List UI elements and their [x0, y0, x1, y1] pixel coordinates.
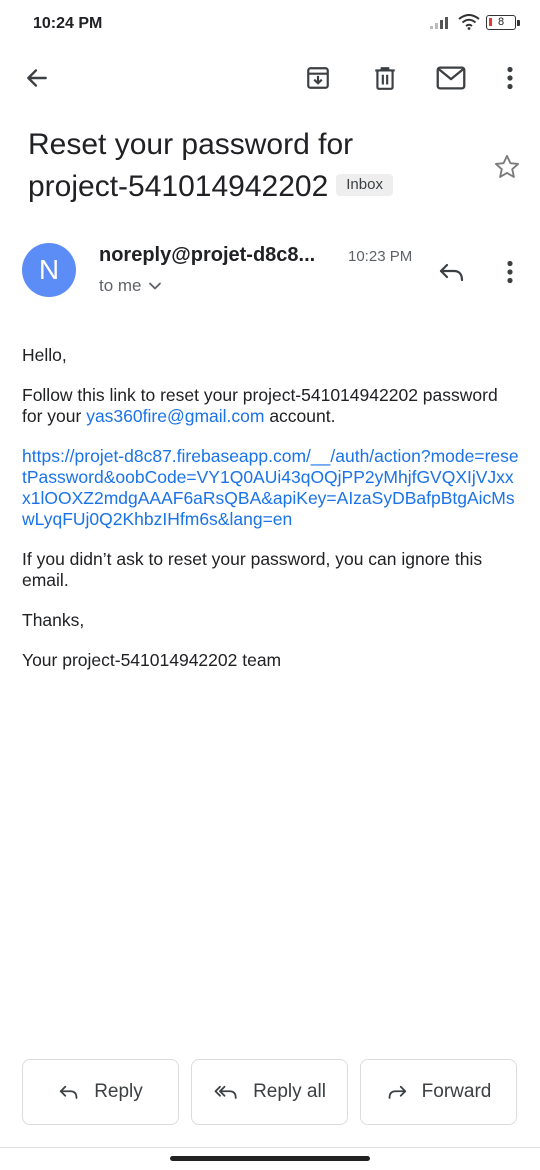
subject-text: Reset your password for project-54101494…: [28, 128, 354, 203]
forward-button[interactable]: Forward: [360, 1059, 517, 1125]
delete-button[interactable]: [362, 55, 408, 101]
forward-icon: [388, 1085, 406, 1099]
signal-icon: [430, 17, 448, 29]
email-body: Hello, Follow this link to reset your pr…: [22, 345, 522, 671]
message-actions: Reply Reply all Forward: [22, 1059, 518, 1127]
mail-icon: [436, 66, 466, 90]
home-indicator[interactable]: [170, 1156, 370, 1161]
status-bar: 10:24 PM 8: [0, 0, 540, 50]
sender-name[interactable]: noreply@projet-d8c8...: [99, 244, 315, 267]
message-more-button[interactable]: [492, 252, 528, 292]
back-button[interactable]: [14, 55, 60, 101]
body-greeting: Hello,: [22, 345, 67, 365]
body-ignore-note: If you didn’t ask to reset your password…: [22, 549, 483, 590]
archive-icon: [307, 67, 329, 89]
battery-text: 8: [497, 15, 505, 28]
status-time: 10:24 PM: [33, 15, 103, 32]
inbox-label-chip[interactable]: Inbox: [336, 174, 393, 197]
reply-icon: [60, 1085, 78, 1099]
more-vert-icon: [507, 260, 513, 284]
body-thanks: Thanks,: [22, 610, 85, 630]
recipient-details-toggle[interactable]: to me: [99, 276, 162, 296]
sender-avatar[interactable]: N: [22, 243, 76, 297]
archive-button[interactable]: [295, 55, 341, 101]
status-icons: 8: [430, 14, 520, 30]
arrow-left-icon: [27, 69, 47, 87]
reply-all-button[interactable]: Reply all: [191, 1059, 348, 1125]
forward-label: Forward: [421, 1081, 492, 1102]
chevron-down-icon: [148, 282, 161, 290]
bottom-divider: [0, 1147, 540, 1148]
battery-icon: 8: [486, 14, 520, 30]
mark-unread-button[interactable]: [428, 55, 474, 101]
top-toolbar: [0, 55, 540, 101]
body-signature: Your project-541014942202 team: [22, 650, 282, 670]
reply-all-icon: [214, 1085, 237, 1099]
more-vert-icon: [507, 66, 513, 90]
email-subject: Reset your password for project-54101494…: [28, 124, 448, 208]
star-icon: [494, 154, 520, 178]
more-options-button[interactable]: [487, 55, 533, 101]
reply-button[interactable]: Reply: [22, 1059, 179, 1125]
reset-password-link[interactable]: https://projet-d8c87.firebaseapp.com/__/…: [22, 446, 522, 530]
trash-icon: [375, 67, 395, 90]
body-paragraph-link: Follow this link to reset your project-5…: [22, 385, 522, 427]
star-button[interactable]: [490, 150, 524, 184]
reply-all-label: Reply all: [253, 1081, 326, 1102]
wifi-icon: [458, 14, 480, 30]
reply-label: Reply: [94, 1081, 143, 1102]
reply-icon: [439, 263, 464, 282]
email-address-link[interactable]: yas360fire@gmail.com: [86, 406, 264, 426]
message-time: 10:23 PM: [348, 248, 413, 265]
body-text-suffix: account.: [264, 406, 336, 426]
quick-reply-button[interactable]: [432, 252, 472, 292]
recipient-text: to me: [99, 276, 142, 295]
